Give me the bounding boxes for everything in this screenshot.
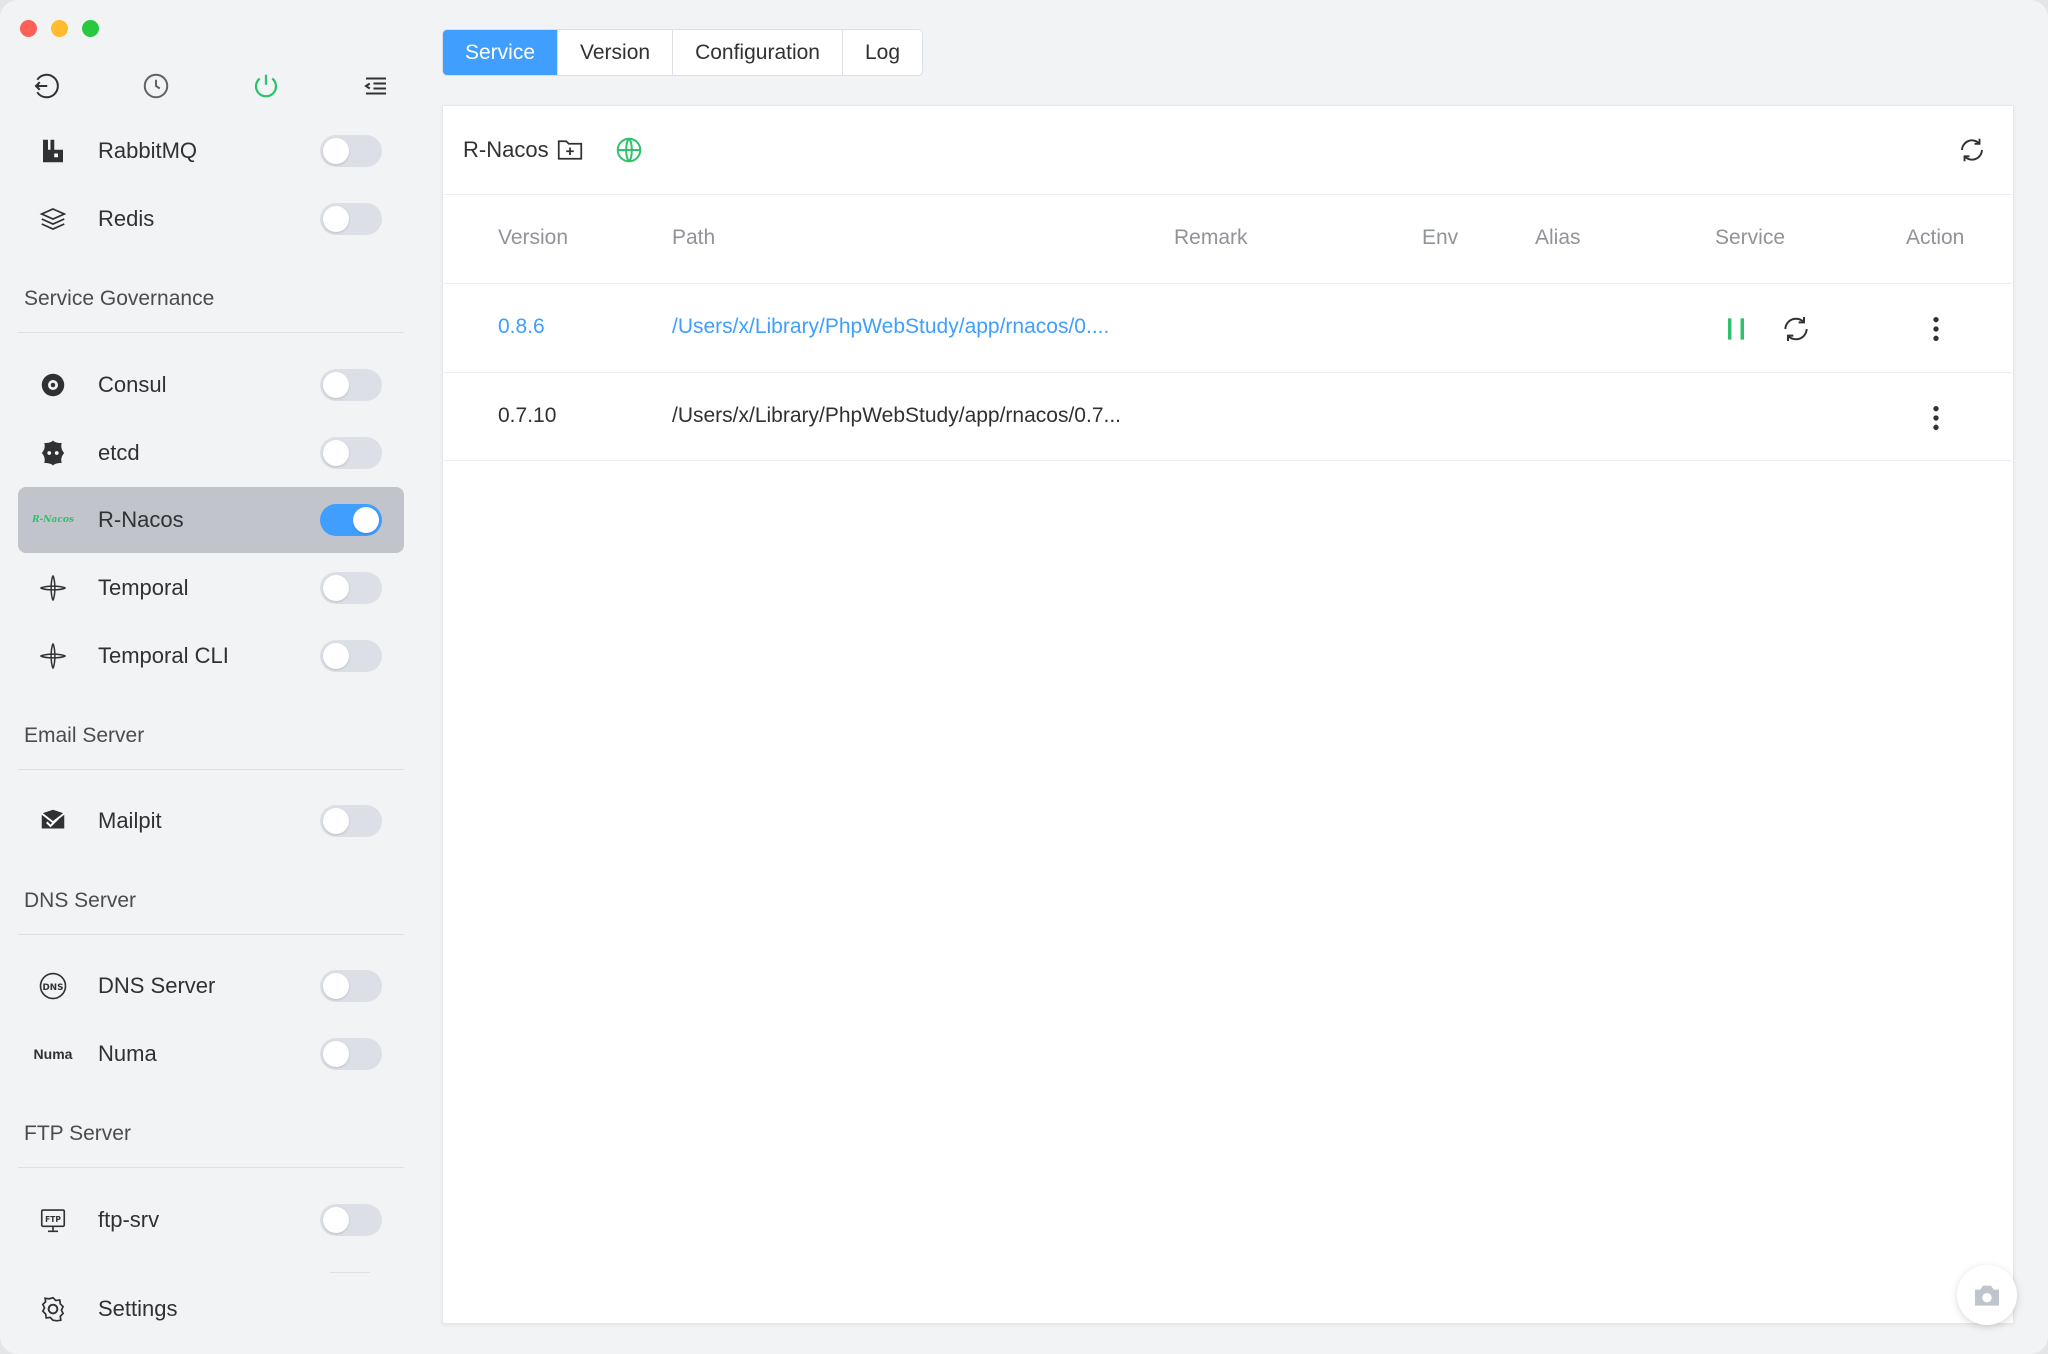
sidebar-item-temporal[interactable]: Temporal	[18, 555, 404, 621]
numa-toggle[interactable]	[320, 1038, 382, 1070]
ftp-srv-toggle[interactable]	[320, 1204, 382, 1236]
temporal-cli-toggle[interactable]	[320, 640, 382, 672]
sidebar-toolbar	[28, 68, 398, 104]
etcd-toggle[interactable]	[320, 437, 382, 469]
divider	[18, 769, 404, 770]
tab-log[interactable]: Log	[843, 30, 922, 75]
divider	[18, 934, 404, 935]
sidebar-item-settings[interactable]: Settings	[18, 1276, 404, 1342]
sidebar-item-label: Redis	[98, 206, 155, 231]
row-version[interactable]: 0.8.6	[498, 315, 545, 339]
sidebar-item-rabbitmq[interactable]: RabbitMQ	[18, 118, 404, 184]
sidebar-item-label: ftp-srv	[98, 1207, 160, 1232]
sidebar-item-label: DNS Server	[98, 973, 216, 998]
svg-text:DNS: DNS	[43, 983, 64, 993]
rnacos-toggle[interactable]	[320, 504, 382, 536]
consul-icon	[18, 365, 88, 405]
group-title-email-server: Email Server	[24, 724, 145, 747]
sidebar-item-label: Numa	[98, 1041, 157, 1066]
mailpit-toggle[interactable]	[320, 805, 382, 837]
settings-label: Settings	[98, 1296, 178, 1321]
divider	[330, 1272, 370, 1273]
row-version: 0.7.10	[498, 404, 557, 427]
tab-configuration[interactable]: Configuration	[673, 30, 843, 75]
ftp-icon: FTP	[18, 1200, 88, 1240]
gear-icon	[18, 1289, 88, 1329]
camera-button[interactable]	[1957, 1265, 2017, 1325]
column-header-version[interactable]: Version	[498, 226, 568, 250]
sidebar-item-label: etcd	[98, 440, 140, 465]
group-title-dns-server: DNS Server	[24, 889, 137, 912]
temporal-toggle[interactable]	[320, 572, 382, 604]
pause-icon[interactable]	[1719, 312, 1753, 346]
mailpit-icon	[18, 801, 88, 841]
restart-icon[interactable]	[1779, 312, 1813, 346]
more-actions-icon[interactable]	[1919, 401, 1953, 435]
svg-text:FTP: FTP	[45, 1215, 61, 1224]
column-header-service[interactable]: Service	[1715, 226, 1785, 250]
refresh-icon[interactable]	[1956, 134, 1988, 166]
rabbitmq-icon	[18, 131, 88, 171]
menu-collapse-icon[interactable]	[358, 68, 394, 104]
column-header-env[interactable]: Env	[1422, 226, 1458, 250]
sidebar-item-ftp-srv[interactable]: FTP ftp-srv	[18, 1187, 404, 1253]
app-window: RabbitMQ Redis Service Governance Consul	[0, 0, 2048, 1354]
consul-toggle[interactable]	[320, 369, 382, 401]
sidebar-item-redis[interactable]: Redis	[18, 186, 404, 252]
camera-icon	[1975, 1285, 1999, 1306]
temporal-icon	[18, 568, 88, 608]
column-header-path[interactable]: Path	[672, 226, 715, 250]
panel-header: R-Nacos	[443, 106, 2013, 195]
sidebar-item-label: Consul	[98, 372, 167, 397]
sidebar-item-label: RabbitMQ	[98, 138, 198, 163]
group-title-ftp-server: FTP Server	[24, 1122, 131, 1145]
back-icon[interactable]	[28, 68, 64, 104]
tab-service[interactable]: Service	[443, 30, 559, 75]
divider	[443, 283, 2014, 284]
tab-bar: Service Version Configuration Log	[442, 29, 924, 76]
column-header-remark[interactable]: Remark	[1174, 226, 1248, 250]
sidebar-item-label: Temporal	[98, 575, 189, 600]
etcd-icon	[18, 433, 88, 473]
temporal-icon	[18, 636, 88, 676]
row-path: /Users/x/Library/PhpWebStudy/app/rnacos/…	[672, 404, 1121, 427]
row-path[interactable]: /Users/x/Library/PhpWebStudy/app/rnacos/…	[672, 315, 1109, 339]
sidebar-item-rnacos[interactable]: R-Nacos R-Nacos	[18, 487, 404, 553]
redis-toggle[interactable]	[320, 203, 382, 235]
sidebar: RabbitMQ Redis Service Governance Consul	[0, 0, 420, 1354]
tab-version[interactable]: Version	[558, 30, 674, 75]
sidebar-item-label: Temporal CLI	[98, 643, 229, 668]
divider	[18, 1167, 404, 1168]
group-title-service-governance: Service Governance	[24, 287, 215, 310]
sidebar-item-dns-server[interactable]: DNS DNS Server	[18, 953, 404, 1019]
column-header-alias[interactable]: Alias	[1535, 226, 1581, 250]
sidebar-item-label: Mailpit	[98, 808, 162, 833]
dns-server-toggle[interactable]	[320, 970, 382, 1002]
divider	[443, 372, 2014, 373]
divider	[18, 332, 404, 333]
column-header-action[interactable]: Action	[1906, 226, 1964, 250]
dns-icon: DNS	[18, 966, 88, 1006]
sidebar-item-mailpit[interactable]: Mailpit	[18, 788, 404, 854]
rnacos-icon: R-Nacos	[32, 515, 74, 525]
globe-icon[interactable]	[613, 134, 645, 166]
page-title: R-Nacos	[463, 137, 549, 162]
power-icon[interactable]	[248, 68, 284, 104]
more-actions-icon[interactable]	[1919, 312, 1953, 346]
sidebar-item-numa[interactable]: Numa Numa	[18, 1021, 404, 1087]
service-panel: R-Nacos	[442, 105, 2014, 1324]
history-icon[interactable]	[138, 68, 174, 104]
sidebar-item-etcd[interactable]: etcd	[18, 420, 404, 486]
divider	[443, 460, 2014, 461]
sidebar-item-consul[interactable]: Consul	[18, 352, 404, 418]
sidebar-item-temporal-cli[interactable]: Temporal CLI	[18, 623, 404, 689]
rabbitmq-toggle[interactable]	[320, 135, 382, 167]
sidebar-item-label: R-Nacos	[98, 507, 184, 532]
numa-icon: Numa	[33, 1046, 73, 1062]
folder-add-icon[interactable]	[554, 134, 586, 166]
redis-icon	[18, 199, 88, 239]
